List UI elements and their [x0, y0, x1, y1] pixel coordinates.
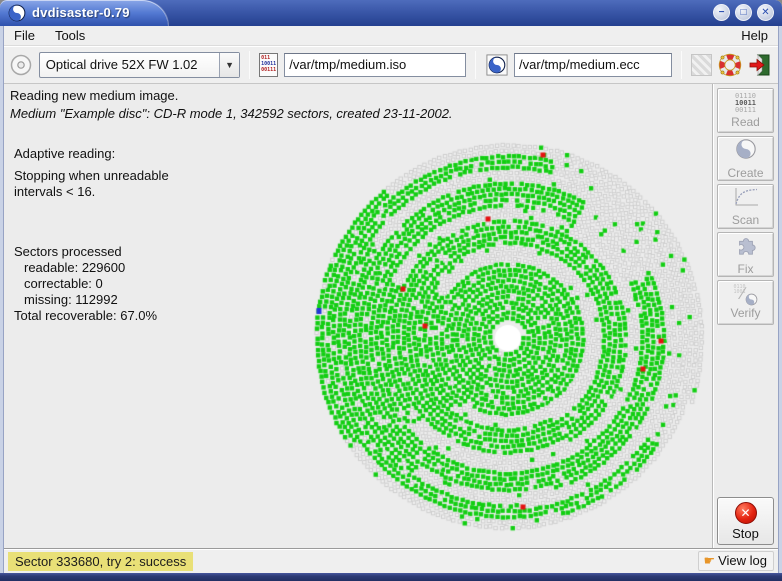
drive-select[interactable]: Optical drive 52X FW 1.02 ▼ — [39, 52, 240, 78]
app-logo-icon — [8, 4, 26, 22]
close-button[interactable]: ✕ — [757, 4, 774, 21]
stopping-text-line1: Stopping when unreadable — [14, 168, 169, 184]
drive-select-value: Optical drive 52X FW 1.02 — [40, 57, 219, 72]
image-file-icon: 0111001100111 — [259, 53, 278, 77]
view-log-label: View log — [718, 553, 767, 568]
read-button-label: Read — [731, 115, 760, 129]
ecc-path-input[interactable] — [514, 53, 672, 77]
app-window: dvdisaster-0.79 − □ ✕ File Tools Help Op… — [0, 0, 782, 581]
verify-button-label: Verify — [730, 306, 760, 320]
status-heading: Reading new medium image. Medium "Exampl… — [10, 88, 453, 121]
missing-count: missing: 112992 — [14, 292, 169, 308]
reading-info-panel: Adaptive reading: Stopping when unreadab… — [14, 146, 169, 324]
menu-help[interactable]: Help — [731, 26, 778, 45]
menubar: File Tools Help — [4, 26, 778, 46]
create-icon — [735, 138, 757, 165]
read-icon: 011101001100111 — [735, 93, 756, 114]
create-button-label: Create — [727, 166, 763, 180]
scan-button[interactable]: Scan — [717, 184, 774, 229]
statusbar: Sector 333680, try 2: success ☛ View log — [4, 548, 778, 573]
toolbar-separator — [249, 51, 250, 79]
verify-button[interactable]: 0110 1001 ∕ Verify — [717, 280, 774, 325]
total-recoverable: Total recoverable: 67.0% — [14, 308, 169, 324]
preferences-icon-disabled[interactable] — [691, 54, 712, 76]
maximize-button[interactable]: □ — [735, 4, 752, 21]
read-button[interactable]: 011101001100111 Read — [717, 88, 774, 133]
menu-tools[interactable]: Tools — [45, 26, 95, 45]
titlebar[interactable]: dvdisaster-0.79 − □ ✕ — [0, 0, 782, 26]
quit-exit-icon[interactable] — [748, 53, 772, 77]
window-border-right — [778, 26, 782, 573]
scan-button-label: Scan — [732, 213, 759, 227]
status-line-2: Medium "Example disc": CD-R mode 1, 3425… — [10, 106, 453, 121]
toolbar-separator — [475, 51, 476, 79]
status-line-1: Reading new medium image. — [10, 88, 453, 103]
ecc-file-icon — [485, 53, 508, 77]
sector-status-message: Sector 333680, try 2: success — [8, 552, 193, 571]
readable-count: readable: 229600 — [14, 260, 169, 276]
scan-icon — [733, 187, 759, 212]
stop-icon: ✕ — [735, 502, 757, 524]
window-border-bottom — [0, 573, 782, 581]
correctable-count: correctable: 0 — [14, 276, 169, 292]
cd-drive-icon — [10, 53, 33, 77]
action-sidebar: 011101001100111 Read Create — [712, 84, 778, 548]
lifebuoy-help-icon[interactable] — [718, 53, 742, 77]
iso-path-input[interactable] — [284, 53, 466, 77]
minimize-button[interactable]: − — [713, 4, 730, 21]
stop-button-label: Stop — [732, 526, 759, 541]
toolbar-separator — [681, 51, 682, 79]
stop-button[interactable]: ✕ Stop — [717, 497, 774, 545]
create-button[interactable]: Create — [717, 136, 774, 181]
sectors-processed-title: Sectors processed — [14, 244, 169, 260]
stopping-text-line2: intervals < 16. — [14, 184, 169, 200]
adaptive-reading-title: Adaptive reading: — [14, 146, 169, 162]
view-log-button[interactable]: ☛ View log — [698, 551, 774, 571]
chevron-down-icon[interactable]: ▼ — [219, 53, 239, 77]
verify-icon: 0110 1001 ∕ — [734, 285, 758, 305]
fix-icon — [735, 234, 757, 261]
fix-button-label: Fix — [738, 262, 754, 276]
menu-file[interactable]: File — [4, 26, 45, 45]
toolbar: Optical drive 52X FW 1.02 ▼ 011100110011… — [4, 46, 778, 84]
window-border-left — [0, 26, 4, 573]
pointing-hand-icon: ☛ — [703, 554, 715, 567]
window-title: dvdisaster-0.79 — [32, 5, 130, 20]
fix-button[interactable]: Fix — [717, 232, 774, 277]
